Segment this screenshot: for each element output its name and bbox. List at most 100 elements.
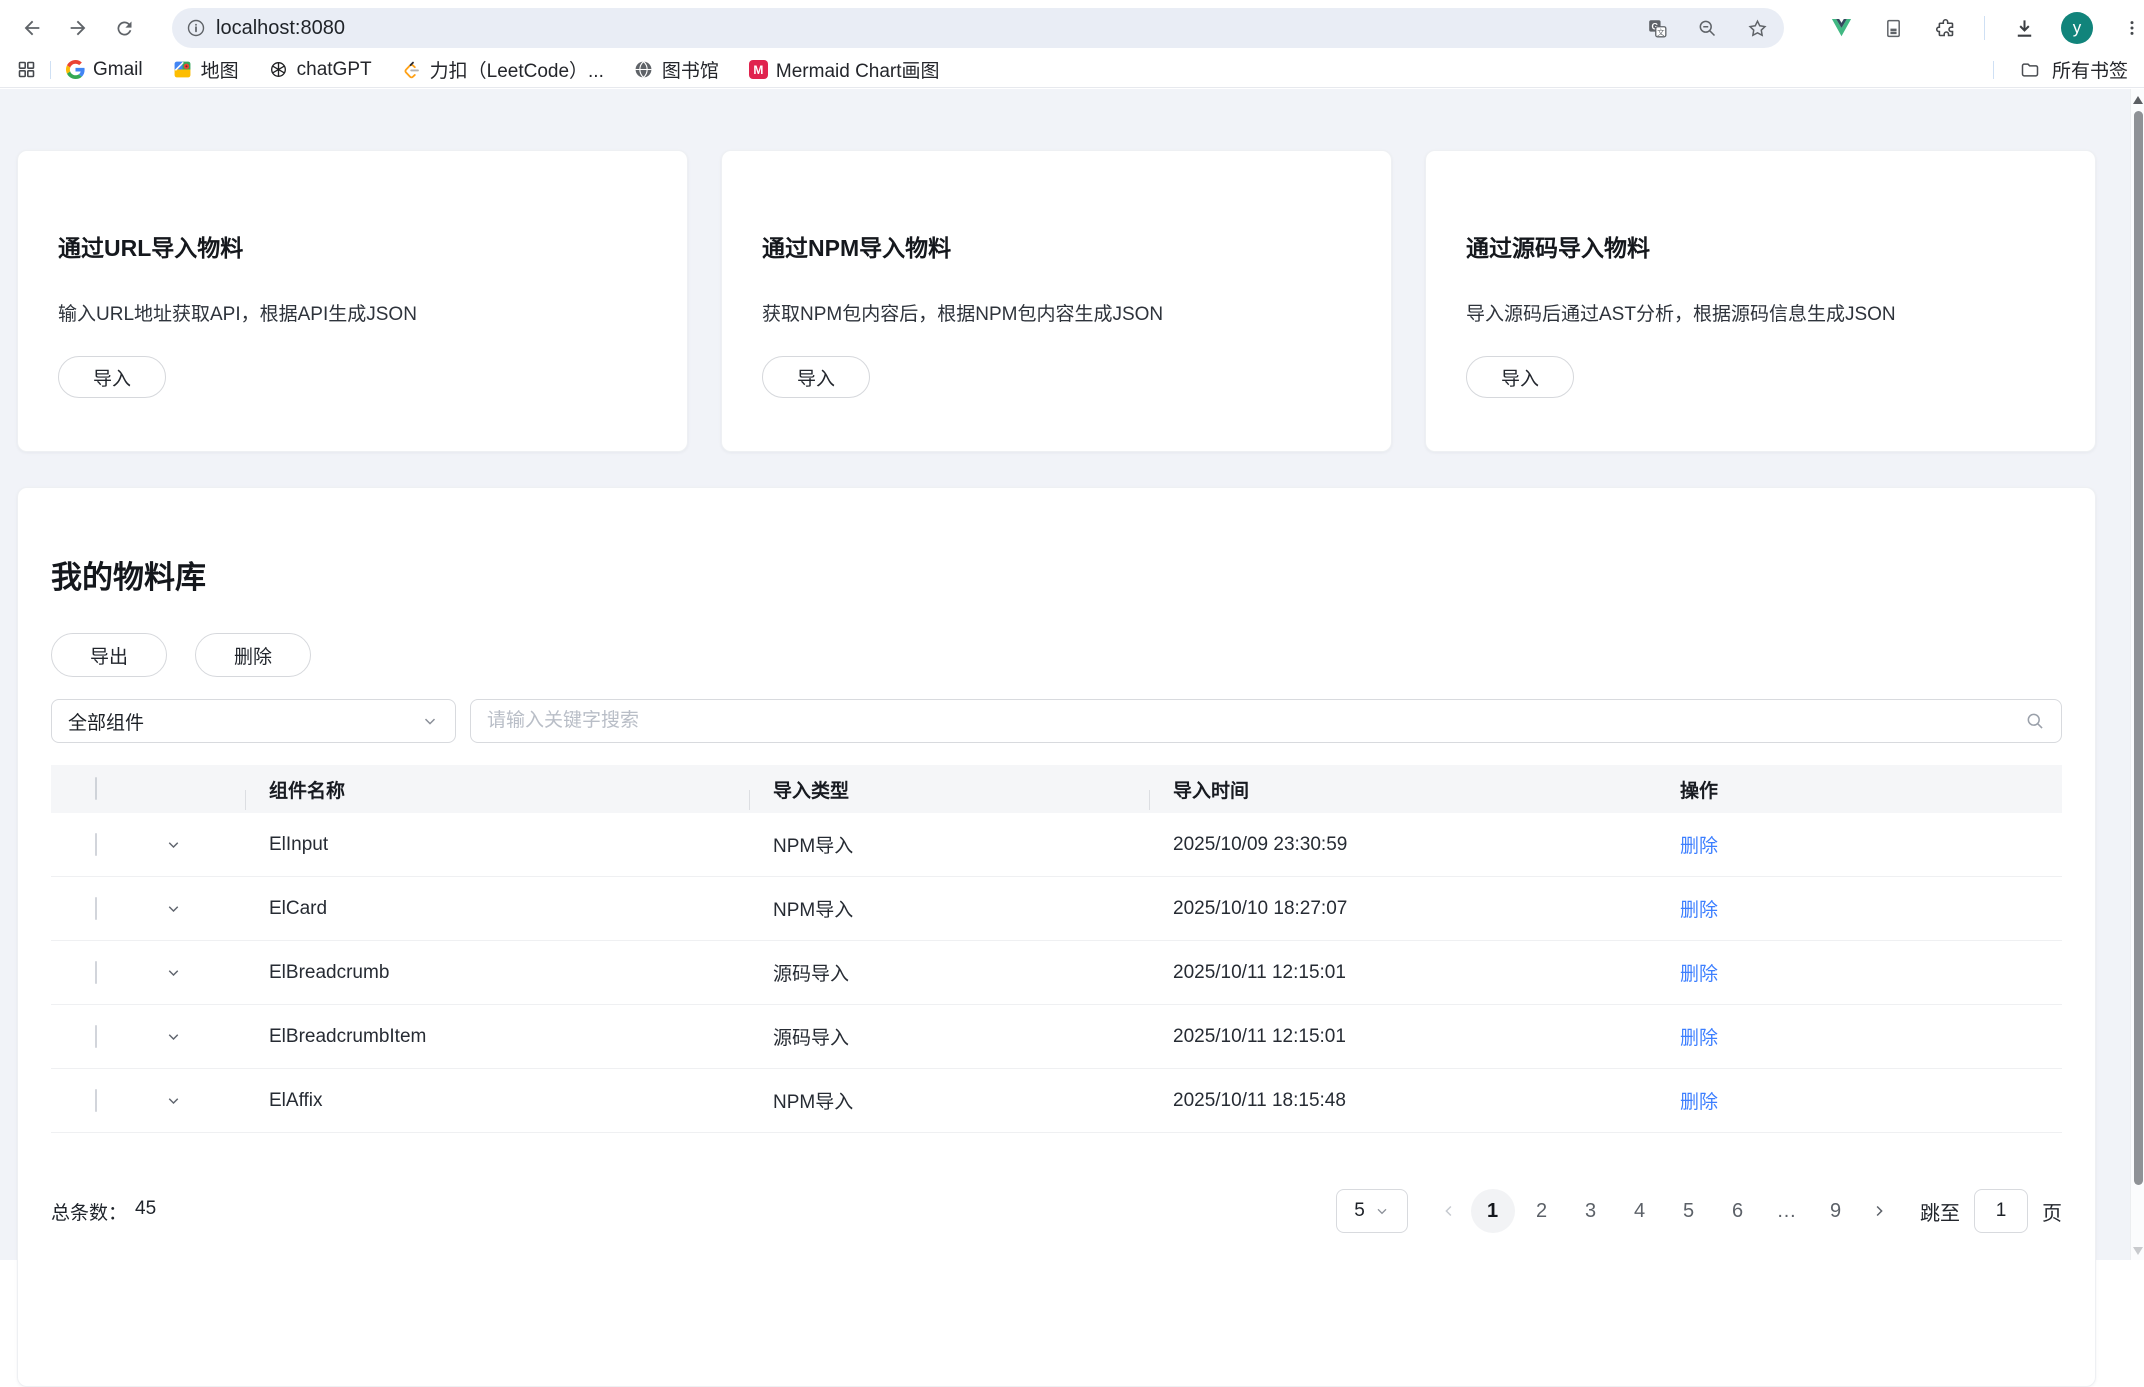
all-bookmarks-label[interactable]: 所有书签 — [2052, 56, 2128, 83]
cell-import-type: NPM导入 — [749, 831, 1149, 858]
downloads-icon[interactable] — [2011, 15, 2037, 41]
card-title: 通过URL导入物料 — [58, 229, 647, 263]
row-checkbox[interactable] — [95, 833, 97, 856]
search-icon[interactable] — [2025, 711, 2045, 731]
scroll-down-arrow-icon[interactable] — [2133, 1247, 2143, 1255]
card-description: 导入源码后通过AST分析，根据源码信息生成JSON — [1466, 299, 2055, 326]
page-number[interactable]: 2 — [1520, 1189, 1564, 1233]
bookmarks-divider — [50, 61, 51, 79]
import-npm-button[interactable]: 导入 — [762, 356, 870, 398]
prev-page-icon[interactable] — [1430, 1189, 1468, 1233]
leetcode-icon — [402, 60, 422, 80]
scroll-up-arrow-icon[interactable] — [2133, 96, 2143, 104]
row-checkbox[interactable] — [95, 961, 97, 984]
cell-import-type: NPM导入 — [749, 1087, 1149, 1114]
page-scrollbar — [2130, 89, 2144, 1260]
cell-import-time: 2025/10/11 18:15:48 — [1149, 1090, 1680, 1112]
search-box — [470, 699, 2062, 743]
table-footer: 总条数： 45 5 1 2 3 4 5 6 … 9 — [51, 1189, 2062, 1233]
col-header-type: 导入类型 — [749, 776, 1149, 803]
page-number[interactable]: 6 — [1716, 1189, 1760, 1233]
cell-import-type: NPM导入 — [749, 895, 1149, 922]
zoom-out-icon[interactable] — [1694, 15, 1720, 41]
col-header-name: 组件名称 — [245, 776, 749, 803]
scrollbar-thumb[interactable] — [2134, 111, 2143, 1185]
row-delete-link[interactable]: 删除 — [1680, 900, 1718, 921]
folder-icon — [2020, 60, 2040, 80]
apps-grid-icon[interactable] — [14, 59, 38, 80]
table-row: ElCard NPM导入 2025/10/10 18:27:07 删除 — [51, 877, 2062, 941]
table-row: ElBreadcrumbItem 源码导入 2025/10/11 12:15:0… — [51, 1005, 2062, 1069]
expand-row-icon[interactable] — [165, 836, 245, 853]
page-ellipsis[interactable]: … — [1765, 1189, 1809, 1233]
bookmark-star-icon[interactable] — [1744, 15, 1770, 41]
reload-icon[interactable] — [112, 16, 136, 40]
translate-icon[interactable]: G文 — [1644, 15, 1670, 41]
address-bar[interactable]: localhost:8080 G文 — [172, 8, 1784, 48]
row-delete-link[interactable]: 删除 — [1680, 1092, 1718, 1113]
row-delete-link[interactable]: 删除 — [1680, 964, 1718, 985]
google-g-icon — [65, 60, 85, 80]
search-input[interactable] — [487, 710, 2025, 732]
material-library-panel: 我的物料库 导出 删除 全部组件 组件名称 — [17, 487, 2096, 1387]
expand-row-icon[interactable] — [165, 964, 245, 981]
browser-toolbar: localhost:8080 G文 y — [0, 0, 2144, 56]
bookmark-item-library[interactable]: 图书馆 — [634, 56, 719, 83]
table-row: ElBreadcrumb 源码导入 2025/10/11 12:15:01 删除 — [51, 941, 2062, 1005]
export-button[interactable]: 导出 — [51, 633, 167, 677]
profile-avatar[interactable]: y — [2061, 12, 2093, 44]
site-info-icon[interactable] — [186, 18, 206, 38]
row-checkbox[interactable] — [95, 897, 97, 920]
bookmark-item-gmail[interactable]: Gmail — [65, 59, 143, 81]
select-all-checkbox[interactable] — [95, 777, 97, 800]
page-number[interactable]: 9 — [1814, 1189, 1858, 1233]
cell-component-name: ElBreadcrumb — [245, 962, 749, 984]
import-source-button[interactable]: 导入 — [1466, 356, 1574, 398]
back-icon[interactable] — [20, 16, 44, 40]
cell-import-time: 2025/10/11 12:15:01 — [1149, 962, 1680, 984]
row-delete-link[interactable]: 删除 — [1680, 1028, 1718, 1049]
extensions-icon[interactable] — [1932, 15, 1958, 41]
globe-icon — [634, 60, 654, 80]
row-checkbox[interactable] — [95, 1025, 97, 1048]
total-value: 45 — [135, 1198, 156, 1225]
bookmark-item-maps[interactable]: 地图 — [173, 56, 239, 83]
table-header: 组件名称 导入类型 导入时间 操作 — [51, 765, 2062, 813]
cell-component-name: ElBreadcrumbItem — [245, 1026, 749, 1048]
expand-row-icon[interactable] — [165, 1092, 245, 1109]
bookmarks-bar: Gmail 地图 chatGPT 力扣（LeetCode）... 图书馆 M M… — [0, 56, 2144, 88]
page-number[interactable]: 3 — [1569, 1189, 1613, 1233]
svg-text:文: 文 — [1657, 26, 1665, 36]
cell-component-name: ElInput — [245, 834, 749, 856]
google-maps-icon — [173, 60, 193, 80]
page-size-select[interactable]: 5 — [1336, 1189, 1408, 1233]
card-description: 输入URL地址获取API，根据API生成JSON — [58, 299, 647, 326]
bookmark-item-mermaid[interactable]: M Mermaid Chart画图 — [749, 56, 940, 83]
cell-component-name: ElAffix — [245, 1090, 749, 1112]
import-url-button[interactable]: 导入 — [58, 356, 166, 398]
bookmark-item-leetcode[interactable]: 力扣（LeetCode）... — [402, 56, 604, 83]
row-checkbox[interactable] — [95, 1089, 97, 1112]
page-number[interactable]: 1 — [1471, 1189, 1515, 1233]
card-title: 通过NPM导入物料 — [762, 229, 1351, 263]
forward-icon[interactable] — [66, 16, 90, 40]
row-delete-link[interactable]: 删除 — [1680, 836, 1718, 857]
reading-list-icon[interactable] — [1880, 15, 1906, 41]
vue-devtools-icon[interactable] — [1828, 15, 1854, 41]
delete-button[interactable]: 删除 — [195, 633, 311, 677]
cell-import-type: 源码导入 — [749, 959, 1149, 986]
component-filter-select[interactable]: 全部组件 — [51, 699, 456, 743]
menu-kebab-icon[interactable] — [2119, 15, 2144, 41]
jump-unit: 页 — [2042, 1197, 2062, 1226]
card-import-npm: 通过NPM导入物料 获取NPM包内容后，根据NPM包内容生成JSON 导入 — [721, 150, 1392, 452]
page-number[interactable]: 4 — [1618, 1189, 1662, 1233]
expand-row-icon[interactable] — [165, 1028, 245, 1045]
col-header-action: 操作 — [1680, 776, 2062, 803]
card-import-source: 通过源码导入物料 导入源码后通过AST分析，根据源码信息生成JSON 导入 — [1425, 150, 2096, 452]
next-page-icon[interactable] — [1860, 1189, 1898, 1233]
jump-page-input[interactable] — [1974, 1189, 2028, 1233]
expand-row-icon[interactable] — [165, 900, 245, 917]
chevron-down-icon — [1374, 1203, 1390, 1219]
bookmark-item-chatgpt[interactable]: chatGPT — [269, 59, 372, 81]
page-number[interactable]: 5 — [1667, 1189, 1711, 1233]
